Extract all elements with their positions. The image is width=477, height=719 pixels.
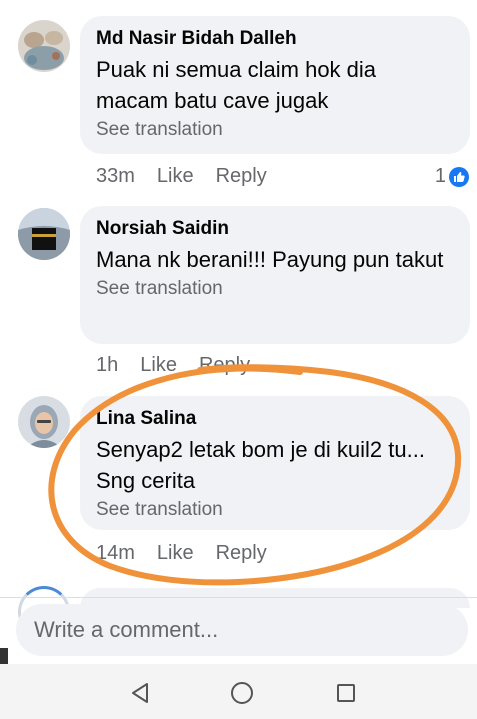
like-reaction-icon	[449, 166, 469, 187]
comment-text: Mana nk berani!!! Payung pun takut	[96, 247, 444, 272]
comment-author[interactable]: Lina Salina	[96, 406, 454, 432]
see-translation-link[interactable]: See translation	[96, 276, 454, 302]
comment-text: Senyap2 letak bom je di kuil2 tu... Sng …	[96, 437, 425, 493]
comment-actions: 33m Like Reply	[96, 165, 267, 188]
reply-button[interactable]: Reply	[216, 165, 267, 188]
reply-button[interactable]: Reply	[216, 542, 267, 565]
comment-bubble: Md Nasir Bidah Dalleh Puak ni semua clai…	[80, 16, 470, 154]
avatar[interactable]	[18, 396, 70, 448]
like-button[interactable]: Like	[140, 354, 177, 377]
comment-timestamp[interactable]: 1h	[96, 354, 118, 377]
comment-actions: 14m Like Reply	[96, 542, 267, 565]
recents-square-icon[interactable]	[331, 678, 361, 708]
comment-bubble: Norsiah Saidin Mana nk berani!!! Payung …	[80, 206, 470, 344]
reaction-summary[interactable]: 1	[435, 165, 469, 188]
back-triangle-icon[interactable]	[125, 678, 155, 708]
home-circle-icon[interactable]	[227, 678, 257, 708]
comment-timestamp[interactable]: 33m	[96, 165, 135, 188]
comment-input[interactable]: Write a comment...	[16, 604, 468, 656]
reply-button[interactable]: Reply	[199, 354, 250, 377]
system-navbar	[0, 664, 477, 719]
reaction-count: 1	[434, 165, 446, 187]
see-translation-link[interactable]: See translation	[96, 117, 454, 143]
comment-input-placeholder: Write a comment...	[34, 617, 219, 642]
divider	[0, 597, 477, 598]
avatar[interactable]	[18, 208, 70, 260]
avatar[interactable]	[18, 20, 70, 72]
see-translation-link[interactable]: See translation	[96, 497, 454, 523]
comment-author[interactable]: Norsiah Saidin	[96, 216, 454, 242]
like-button[interactable]: Like	[157, 165, 194, 188]
comment-timestamp[interactable]: 14m	[96, 542, 135, 565]
comment-actions: 1h Like Reply	[96, 354, 250, 377]
like-button[interactable]: Like	[157, 542, 194, 565]
comment-bubble: Lina Salina Senyap2 letak bom je di kuil…	[80, 396, 470, 530]
comment-author[interactable]: Md Nasir Bidah Dalleh	[96, 26, 454, 52]
comment-text: Puak ni semua claim hok dia macam batu c…	[96, 57, 377, 113]
